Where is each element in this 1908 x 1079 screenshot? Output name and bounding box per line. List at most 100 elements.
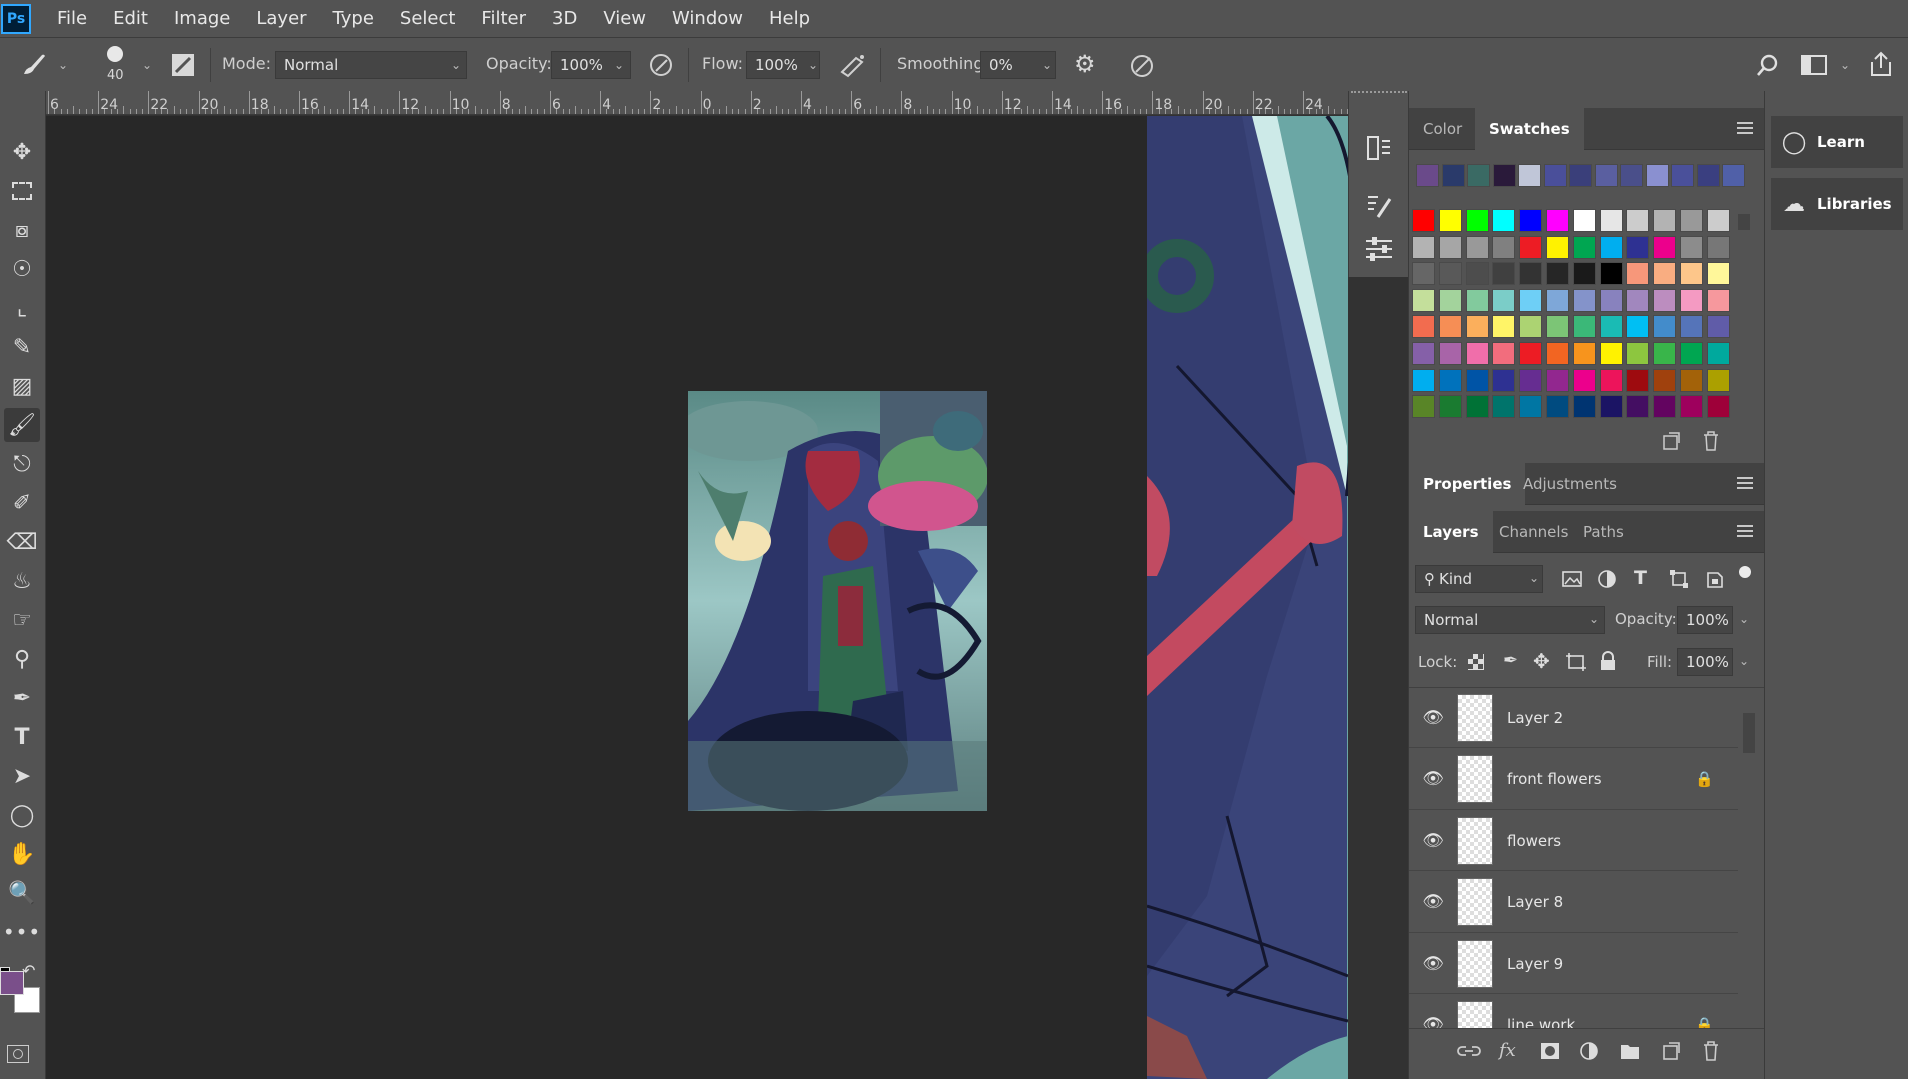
recent-swatch[interactable] [1594, 164, 1618, 187]
swatch[interactable] [1626, 235, 1650, 259]
eye-icon[interactable]: 👁 [1409, 954, 1457, 974]
new-group-icon[interactable] [1619, 1041, 1641, 1061]
swatch[interactable] [1546, 209, 1569, 232]
swatch[interactable] [1412, 342, 1435, 365]
swatch[interactable] [1572, 395, 1596, 419]
swatch[interactable] [1465, 235, 1489, 259]
search-icon[interactable] [1755, 52, 1781, 78]
swatch[interactable] [1465, 342, 1489, 365]
swatch[interactable] [1465, 315, 1489, 339]
swatch[interactable] [1653, 315, 1677, 339]
swatch[interactable] [1599, 209, 1623, 232]
recent-swatch[interactable] [1543, 164, 1567, 187]
tab-color[interactable]: Color [1409, 108, 1476, 150]
brush-settings-icon[interactable] [170, 52, 196, 78]
pressure-opacity-icon[interactable] [648, 52, 674, 78]
swatch[interactable] [1599, 262, 1623, 286]
layer-row[interactable]: 👁 Layer 2 [1409, 688, 1738, 748]
brush-presets-icon[interactable] [1364, 191, 1394, 221]
swatch[interactable] [1572, 235, 1596, 259]
add-mask-icon[interactable] [1539, 1041, 1561, 1061]
layer-blend-mode[interactable]: Normal [1415, 606, 1605, 634]
swatch[interactable] [1572, 368, 1596, 392]
layer-opacity-input[interactable]: 100% [1677, 606, 1733, 634]
swatch[interactable] [1519, 262, 1543, 286]
delete-swatch-icon[interactable] [1701, 430, 1721, 452]
swatch[interactable] [1465, 288, 1489, 312]
eye-icon[interactable]: 👁 [1409, 831, 1457, 851]
recent-swatch[interactable] [1722, 164, 1745, 187]
filter-adjustment-icon[interactable] [1597, 569, 1617, 589]
chevron-down-icon[interactable]: ⌄ [58, 58, 68, 72]
swatch[interactable] [1492, 315, 1516, 339]
symmetry-icon[interactable] [1128, 52, 1156, 80]
chevron-down-icon[interactable]: ⌄ [808, 58, 818, 72]
swatch[interactable] [1412, 315, 1435, 339]
swatch[interactable] [1465, 262, 1489, 286]
chevron-down-icon[interactable]: ⌄ [142, 58, 152, 72]
lasso-icon[interactable]: ⧇ [4, 213, 40, 247]
tab-layers[interactable]: Layers [1409, 511, 1493, 553]
delete-layer-icon[interactable] [1701, 1040, 1721, 1062]
swatch[interactable] [1680, 235, 1703, 259]
filter-type-icon[interactable]: T [1634, 567, 1647, 589]
menu-view[interactable]: View [603, 8, 646, 29]
eye-icon[interactable]: 👁 [1409, 1015, 1457, 1028]
more-icon[interactable]: ••• [3, 915, 40, 949]
brush-preset-picker[interactable] [102, 44, 128, 64]
swatch[interactable] [1706, 395, 1730, 419]
swatch[interactable] [1599, 368, 1623, 392]
swatch[interactable] [1492, 342, 1516, 365]
swatch[interactable] [1412, 368, 1435, 392]
tab-swatches[interactable]: Swatches [1475, 108, 1584, 150]
swatch[interactable] [1599, 288, 1623, 312]
recent-swatch[interactable] [1569, 164, 1592, 187]
menu-image[interactable]: Image [174, 8, 230, 29]
marquee-icon[interactable] [4, 174, 40, 208]
swatch[interactable] [1519, 368, 1543, 392]
swatch[interactable] [1572, 342, 1596, 365]
lock-pixels-icon[interactable]: ✒ [1503, 650, 1518, 671]
document-canvas[interactable] [46, 116, 1348, 1079]
swatch[interactable] [1626, 288, 1650, 312]
zoom-icon[interactable]: 🔍 [4, 876, 40, 910]
swatch[interactable] [1706, 288, 1730, 312]
swatch[interactable] [1599, 395, 1623, 419]
ellipse-icon[interactable]: ◯ [4, 798, 40, 832]
swatch[interactable] [1546, 235, 1569, 259]
recent-swatch[interactable] [1645, 164, 1669, 187]
type-icon[interactable]: T [4, 720, 40, 754]
chevron-down-icon[interactable]: ⌄ [1739, 612, 1749, 626]
swatch[interactable] [1653, 288, 1677, 312]
swatch[interactable] [1546, 315, 1569, 339]
menu-window[interactable]: Window [672, 8, 743, 29]
swatch[interactable] [1572, 209, 1596, 232]
swap-colors-icon[interactable]: ↶ [22, 961, 35, 980]
swatch[interactable] [1680, 368, 1703, 392]
swatch[interactable] [1626, 368, 1650, 392]
swatch[interactable] [1706, 368, 1730, 392]
swatch[interactable] [1599, 342, 1623, 365]
new-adjustment-layer-icon[interactable] [1579, 1041, 1599, 1061]
swatch[interactable] [1599, 315, 1623, 339]
recent-swatch[interactable] [1518, 164, 1541, 187]
swatch[interactable] [1492, 262, 1516, 286]
adjustments-sliders-icon[interactable] [1364, 233, 1394, 263]
swatch[interactable] [1653, 209, 1677, 232]
layer-row[interactable]: 👁 flowers [1409, 811, 1738, 871]
quick-mask-icon[interactable] [7, 1045, 29, 1063]
swatch[interactable] [1492, 235, 1516, 259]
swatch[interactable] [1438, 368, 1462, 392]
swatch[interactable] [1653, 395, 1677, 419]
layer-row[interactable]: 👁 line work 🔒 [1409, 996, 1738, 1028]
filter-shape-icon[interactable] [1669, 569, 1689, 589]
menu-filter[interactable]: Filter [481, 8, 526, 29]
chevron-down-icon[interactable]: ⌄ [1042, 58, 1052, 72]
new-layer-icon[interactable] [1661, 1041, 1681, 1061]
healing-icon[interactable]: ▨ [4, 369, 40, 403]
swatch[interactable] [1572, 315, 1596, 339]
lock-position-icon[interactable]: ✥ [1533, 649, 1550, 673]
gear-icon[interactable]: ⚙ [1074, 50, 1096, 78]
swatch[interactable] [1519, 288, 1543, 312]
recent-swatch[interactable] [1467, 164, 1490, 187]
